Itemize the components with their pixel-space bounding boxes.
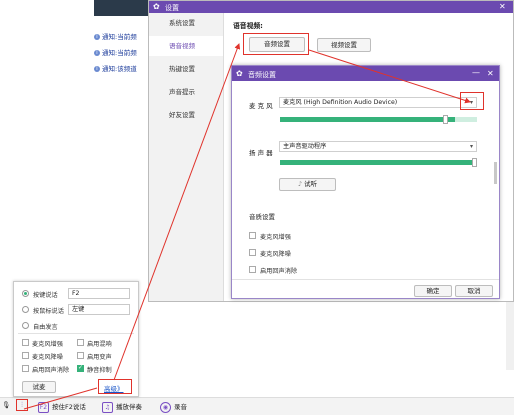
arrow-audio-to-dropdown — [308, 49, 471, 104]
arrow-advanced-to-audio — [113, 43, 241, 381]
arrow-mixer-to-advanced — [23, 387, 98, 410]
annotation-arrows — [23, 43, 471, 410]
